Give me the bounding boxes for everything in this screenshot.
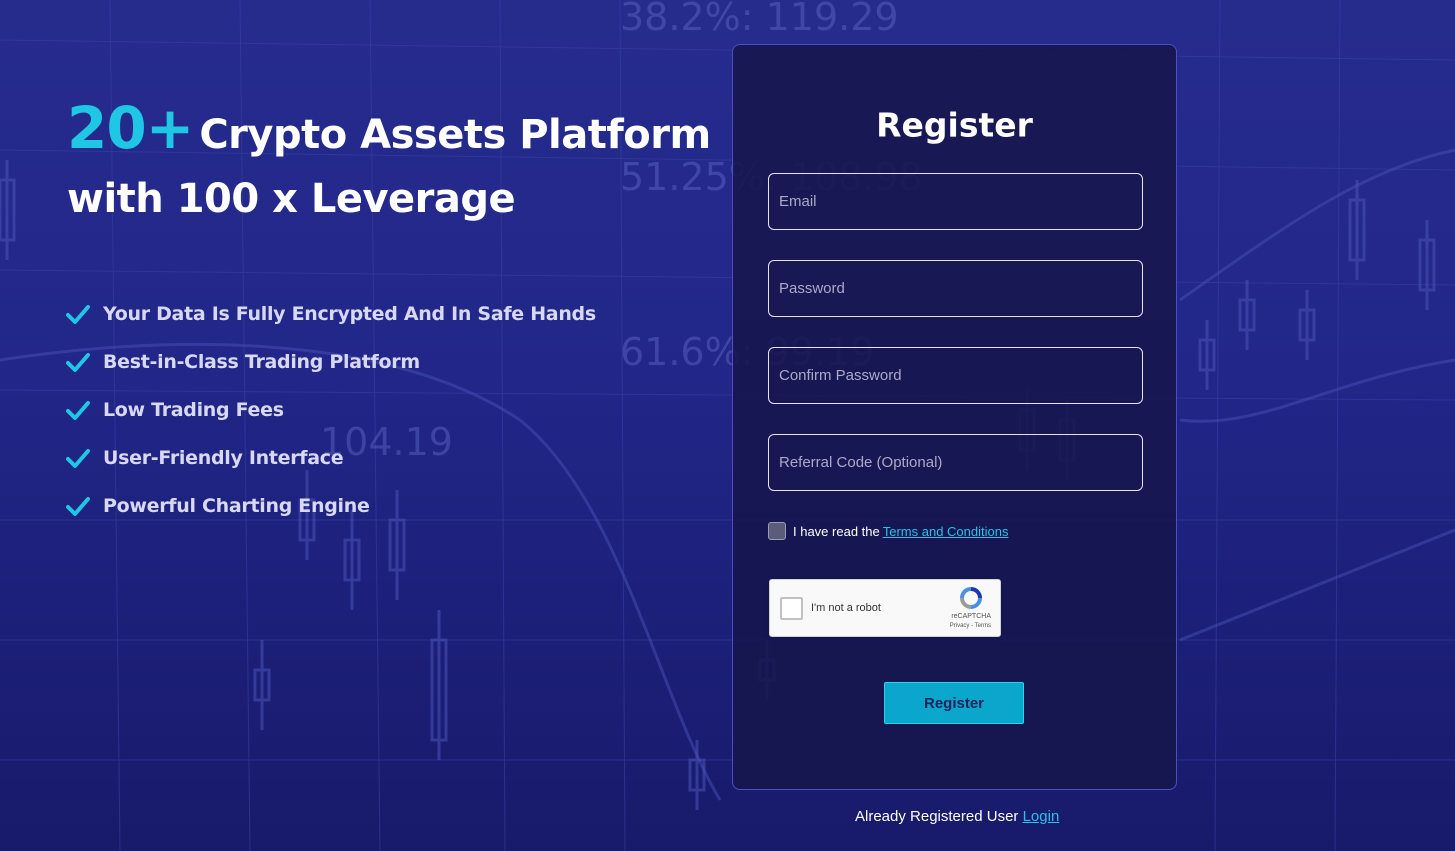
- password-field: [768, 260, 1143, 317]
- terms-link[interactable]: Terms and Conditions: [883, 524, 1009, 539]
- bg-label-382: 38.2%: 119.29: [620, 0, 899, 39]
- hero-title: 20+ Crypto Assets Platform with 100 x Lev…: [67, 96, 717, 231]
- hero-accent-count: 20+: [67, 94, 194, 162]
- recaptcha-legal[interactable]: Privacy - Terms: [950, 623, 991, 629]
- check-icon: [66, 305, 90, 324]
- referral-code-field: [768, 434, 1143, 491]
- feature-list: Your Data Is Fully Encrypted And In Safe…: [66, 290, 596, 530]
- feature-item: Low Trading Fees: [66, 386, 596, 434]
- hero-title-line1: Crypto Assets Platform: [199, 112, 711, 158]
- hero-section: 20+ Crypto Assets Platform with 100 x Lev…: [67, 96, 717, 231]
- confirm-password-field: [768, 347, 1143, 404]
- register-title: Register: [876, 105, 1033, 145]
- confirm-password-input[interactable]: [769, 348, 1142, 403]
- feature-item: Best-in-Class Trading Platform: [66, 338, 596, 386]
- terms-prefix: I have read the: [793, 523, 880, 539]
- feature-label: Your Data Is Fully Encrypted And In Safe…: [103, 303, 596, 325]
- terms-checkbox[interactable]: [768, 522, 786, 540]
- recaptcha-logo-icon: [960, 587, 982, 609]
- feature-item: User-Friendly Interface: [66, 434, 596, 482]
- feature-label: Powerful Charting Engine: [103, 495, 370, 517]
- recaptcha-label: I'm not a robot: [811, 602, 881, 614]
- recaptcha-brand: reCAPTCHA: [951, 613, 991, 620]
- register-panel: Register: [732, 44, 1177, 790]
- check-icon: [66, 497, 90, 516]
- feature-item: Powerful Charting Engine: [66, 482, 596, 530]
- feature-label: Best-in-Class Trading Platform: [103, 351, 420, 373]
- recaptcha-widget: I'm not a robot reCAPTCHA Privacy - Term…: [769, 579, 1001, 637]
- hero-title-line2: with 100 x Leverage: [67, 176, 516, 222]
- check-icon: [66, 353, 90, 372]
- email-field: [768, 173, 1143, 230]
- recaptcha-checkbox[interactable]: [780, 597, 803, 620]
- terms-row: I have read the Terms and Conditions: [768, 522, 1008, 540]
- login-link[interactable]: Login: [1023, 808, 1060, 825]
- feature-item: Your Data Is Fully Encrypted And In Safe…: [66, 290, 596, 338]
- check-icon: [66, 401, 90, 420]
- login-prefix: Already Registered User: [855, 808, 1019, 825]
- check-icon: [66, 449, 90, 468]
- feature-label: User-Friendly Interface: [103, 447, 344, 469]
- referral-code-input[interactable]: [769, 435, 1142, 490]
- register-button[interactable]: Register: [884, 682, 1024, 724]
- email-input[interactable]: [769, 174, 1142, 229]
- password-input[interactable]: [769, 261, 1142, 316]
- feature-label: Low Trading Fees: [103, 399, 284, 421]
